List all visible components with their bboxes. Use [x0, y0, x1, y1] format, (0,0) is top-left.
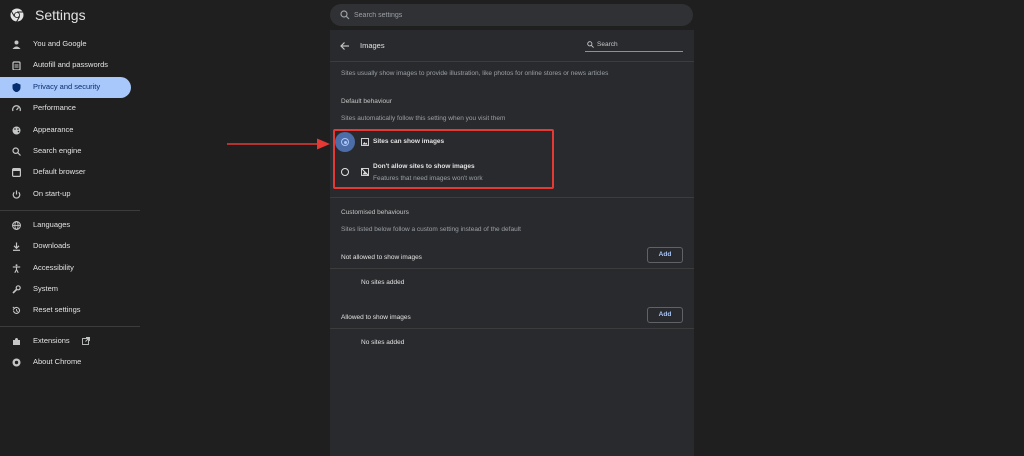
list-divider [330, 268, 694, 269]
search-icon [340, 10, 350, 20]
sidebar-item-default-browser[interactable]: Default browser [0, 162, 131, 183]
sidebar-item-label: Search engine [33, 146, 82, 155]
puzzle-icon [12, 337, 21, 346]
annotation-arrow-icon [227, 138, 330, 150]
speedometer-icon [12, 104, 21, 113]
sidebar-item-extensions[interactable]: Extensions [0, 331, 131, 352]
sidebar-item-privacy-security[interactable]: Privacy and security [0, 77, 131, 98]
back-arrow-icon[interactable] [340, 41, 350, 51]
download-icon [12, 242, 21, 251]
sidebar-item-about-chrome[interactable]: About Chrome [0, 352, 131, 373]
sidebar-item-performance[interactable]: Performance [0, 98, 131, 119]
power-icon [12, 190, 21, 199]
panel-search-input[interactable] [597, 38, 681, 50]
section-divider [330, 197, 694, 198]
not-allowed-empty-text: No sites added [361, 279, 405, 286]
page-title: Images [360, 41, 385, 50]
add-not-allowed-button[interactable]: Add [647, 247, 683, 263]
sidebar-item-autofill[interactable]: Autofill and passwords [0, 55, 131, 76]
list-divider [330, 328, 694, 329]
page-description: Sites usually show images to provide ill… [341, 70, 609, 77]
clipboard-icon [12, 61, 21, 70]
allowed-empty-text: No sites added [361, 339, 405, 346]
settings-search-input[interactable] [354, 4, 684, 26]
sidebar-divider [0, 326, 140, 327]
sidebar-item-label: About Chrome [33, 357, 82, 366]
palette-icon [12, 126, 21, 135]
sidebar-item-system[interactable]: System [0, 279, 131, 300]
header-divider [330, 61, 694, 62]
add-allowed-button[interactable]: Add [647, 307, 683, 323]
sidebar-item-label: Default browser [33, 167, 86, 176]
default-behaviour-heading: Default behaviour [341, 98, 392, 105]
sidebar-item-label: On start-up [33, 189, 71, 198]
reset-icon [12, 306, 21, 315]
settings-search[interactable] [330, 4, 693, 26]
sidebar-item-label: Reset settings [33, 305, 81, 314]
external-link-icon [82, 337, 90, 345]
search-icon [587, 41, 594, 48]
chrome-logo-icon [10, 8, 24, 22]
accessibility-icon [12, 264, 21, 273]
panel-search[interactable] [585, 38, 683, 52]
chrome-icon [12, 358, 21, 367]
top-bar: Settings [0, 0, 1024, 30]
sidebar-item-label: Languages [33, 220, 71, 229]
sidebar-item-languages[interactable]: Languages [0, 215, 131, 236]
sidebar-item-label: Downloads [33, 241, 71, 250]
sidebar-item-downloads[interactable]: Downloads [0, 236, 131, 257]
browser-icon [12, 168, 21, 177]
sidebar-item-label: Accessibility [33, 263, 74, 272]
customised-heading: Customised behaviours [341, 209, 409, 216]
search-icon [12, 147, 21, 156]
shield-icon [12, 83, 21, 92]
sidebar-item-you-and-google[interactable]: You and Google [0, 34, 131, 55]
sidebar-item-label: Extensions [33, 336, 70, 345]
person-icon [12, 40, 21, 49]
sidebar-item-reset-settings[interactable]: Reset settings [0, 300, 131, 321]
annotation-highlight-box [333, 129, 554, 189]
sidebar-item-label: You and Google [33, 39, 87, 48]
sidebar-item-label: Appearance [33, 125, 74, 134]
images-settings-panel: Images Sites usually show images to prov… [330, 30, 694, 456]
app-title: Settings [35, 7, 86, 23]
sidebar-item-label: Performance [33, 103, 76, 112]
not-allowed-label: Not allowed to show images [341, 254, 422, 261]
globe-icon [12, 221, 21, 230]
sidebar-item-appearance[interactable]: Appearance [0, 120, 131, 141]
wrench-icon [12, 285, 21, 294]
sidebar-divider [0, 210, 140, 211]
sidebar-item-label: System [33, 284, 59, 293]
default-behaviour-subtitle: Sites automatically follow this setting … [341, 115, 506, 122]
sidebar-item-accessibility[interactable]: Accessibility [0, 258, 131, 279]
customised-subtitle: Sites listed below follow a custom setti… [341, 226, 521, 233]
sidebar-item-search-engine[interactable]: Search engine [0, 141, 131, 162]
sidebar-item-label: Privacy and security [33, 82, 101, 91]
allowed-label: Allowed to show images [341, 314, 411, 321]
sidebar-item-label: Autofill and passwords [33, 60, 109, 69]
sidebar-item-on-start-up[interactable]: On start-up [0, 184, 131, 205]
